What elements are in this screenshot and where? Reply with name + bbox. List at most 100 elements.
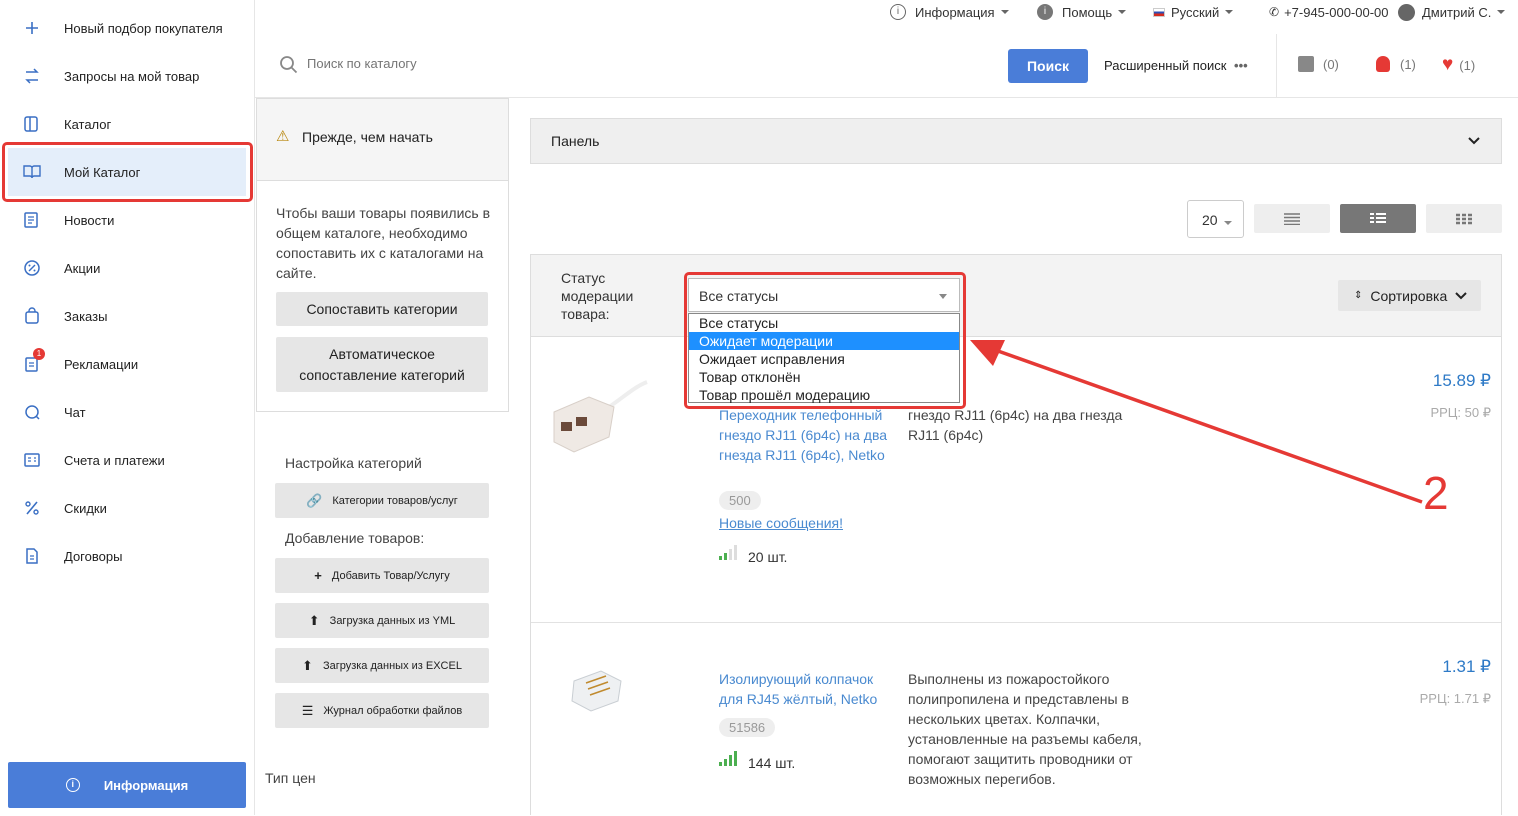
sidebar-item-invoices[interactable]: Счета и платежи bbox=[0, 436, 255, 484]
sort-label: Сортировка bbox=[1370, 287, 1448, 304]
product-categories-label: Категории товаров/услуг bbox=[332, 494, 458, 507]
info-circle-icon: i bbox=[890, 4, 906, 20]
product-price: 15.89 ₽ bbox=[1432, 371, 1491, 390]
sidebar-item-chat[interactable]: Чат bbox=[0, 388, 255, 436]
annotation-box-status-dropdown bbox=[684, 272, 966, 409]
add-product-button[interactable]: + Добавить Товар/Услугу bbox=[275, 558, 489, 593]
stock-level-icon bbox=[719, 751, 737, 766]
topbar-phone[interactable]: ✆ +7-945-000-00-00 bbox=[1269, 3, 1389, 21]
info-button-label: Информация bbox=[103, 777, 189, 793]
sidebar-item-promotions[interactable]: Акции bbox=[0, 244, 255, 292]
plus-icon bbox=[26, 22, 38, 34]
view-grid-button[interactable] bbox=[1426, 204, 1502, 233]
sidebar: Новый подбор покупателя Запросы на мой т… bbox=[0, 0, 255, 815]
adding-products-heading: Добавление товаров: bbox=[285, 530, 425, 546]
view-list-button[interactable] bbox=[1254, 204, 1330, 233]
annotation-box-my-catalog bbox=[2, 142, 253, 202]
auto-match-button[interactable]: Автоматическое сопоставление категорий bbox=[276, 337, 488, 392]
sort-icon: ⇕ bbox=[1354, 290, 1363, 301]
sidebar-item-catalog[interactable]: Каталог bbox=[0, 100, 255, 148]
product-title-link[interactable]: Переходник телефонный гнездо RJ11 (6p4c)… bbox=[719, 405, 894, 481]
upload-excel-button[interactable]: ⬆ Загрузка данных из EXCEL bbox=[275, 648, 489, 683]
product-rrc: РРЦ: 50 ₽ bbox=[1430, 405, 1491, 420]
warning-icon: ⚠ bbox=[276, 128, 290, 145]
sidebar-item-label: Счета и платежи bbox=[64, 452, 165, 468]
sidebar-item-label: Запросы на мой товар bbox=[64, 68, 200, 84]
topbar-help-menu[interactable]: i Помощь bbox=[1037, 3, 1127, 21]
topbar-phone-label: +7-945-000-00-00 bbox=[1284, 4, 1389, 20]
new-messages-link[interactable]: Новые сообщения! bbox=[719, 515, 843, 531]
product-categories-button[interactable]: 🔗 Категории товаров/услуг bbox=[275, 483, 489, 518]
upload-excel-label: Загрузка данных из EXCEL bbox=[322, 659, 462, 672]
info-button[interactable]: i Информация bbox=[8, 762, 246, 808]
help-icon: i bbox=[1037, 4, 1053, 20]
sidebar-item-contracts[interactable]: Договоры bbox=[0, 532, 255, 580]
product-card: Изолирующий колпачок для RJ45 жёлтый, Ne… bbox=[531, 623, 1501, 816]
product-code-badge: 51586 bbox=[719, 718, 776, 737]
sidebar-item-label: Новости bbox=[64, 212, 115, 228]
grid-view-icon bbox=[1456, 213, 1472, 225]
favorites-button[interactable]: ♥ (1) bbox=[1442, 54, 1475, 76]
before-start-title: Прежде, чем начать bbox=[302, 129, 433, 145]
favorites-count: (1) bbox=[1459, 57, 1476, 73]
percent-icon bbox=[25, 501, 39, 515]
notifications-button[interactable]: (1) bbox=[1376, 56, 1416, 72]
user-avatar-icon bbox=[1398, 3, 1415, 21]
search-input[interactable] bbox=[307, 56, 707, 71]
chat-icon bbox=[25, 405, 40, 420]
product-rrc: РРЦ: 1.71 ₽ bbox=[1419, 691, 1491, 706]
notifications-count: (1) bbox=[1400, 56, 1416, 72]
product-price: 1.31 ₽ bbox=[1442, 657, 1491, 676]
sidebar-item-label: Новый подбор покупателя bbox=[64, 20, 223, 36]
sort-button[interactable]: ⇕ Сортировка bbox=[1338, 280, 1481, 311]
detailed-view-icon bbox=[1370, 213, 1386, 223]
sidebar-item-new-buyer-selection[interactable]: Новый подбор покупателя bbox=[0, 4, 255, 52]
sidebar-item-label: Заказы bbox=[64, 308, 108, 324]
upload-icon: ⬆ bbox=[308, 612, 320, 628]
before-start-card: ⚠ Прежде, чем начать Чтобы ваши товары п… bbox=[256, 98, 509, 412]
page-size-select[interactable]: 20 bbox=[1187, 200, 1244, 238]
panel-accordion[interactable]: Панель bbox=[530, 118, 1502, 164]
file-log-button[interactable]: ☰ Журнал обработки файлов bbox=[275, 693, 489, 728]
compare-button[interactable]: (0) bbox=[1298, 56, 1339, 72]
product-code-badge: 500 bbox=[719, 491, 761, 510]
upload-yml-button[interactable]: ⬆ Загрузка данных из YML bbox=[275, 603, 489, 638]
catalog-icon bbox=[24, 116, 38, 132]
product-image bbox=[553, 380, 648, 453]
topbar-language-menu[interactable]: Русский bbox=[1153, 3, 1234, 21]
page-size-value: 20 bbox=[1202, 212, 1218, 228]
product-title-link[interactable]: Изолирующий колпачок для RJ45 жёлтый, Ne… bbox=[719, 669, 894, 709]
sidebar-item-requests[interactable]: Запросы на мой товар bbox=[0, 52, 255, 100]
sidebar-item-news[interactable]: Новости bbox=[0, 196, 255, 244]
search-button[interactable]: Поиск bbox=[1008, 49, 1088, 83]
chevron-down-icon bbox=[1455, 291, 1467, 299]
product-image bbox=[571, 670, 622, 712]
moderation-status-label: Статус модерации товара: bbox=[561, 270, 634, 322]
view-detailed-button[interactable] bbox=[1340, 204, 1416, 233]
topbar-info-menu[interactable]: i Информация bbox=[890, 3, 1009, 21]
link-icon: 🔗 bbox=[306, 492, 323, 508]
category-settings-heading: Настройка категорий bbox=[285, 455, 422, 471]
before-start-text: Чтобы ваши товары появились в общем ката… bbox=[276, 205, 491, 281]
stock-level-icon bbox=[719, 545, 737, 560]
news-icon bbox=[24, 212, 38, 228]
phone-icon: ✆ bbox=[1269, 5, 1280, 19]
annotation-number-2: 2 bbox=[1423, 467, 1449, 519]
upload-yml-label: Загрузка данных из YML bbox=[329, 614, 456, 627]
chart-bars-icon bbox=[1298, 56, 1314, 72]
search-icon bbox=[280, 56, 298, 74]
search-bar: Поиск Расширенный поиск ••• (0) (1) ♥ (1… bbox=[255, 34, 1518, 98]
price-type-heading: Тип цен bbox=[265, 770, 316, 786]
more-dots-icon: ••• bbox=[1234, 58, 1248, 73]
sidebar-item-orders[interactable]: Заказы bbox=[0, 292, 255, 340]
sidebar-item-label: Акции bbox=[64, 260, 101, 276]
sidebar-item-discounts[interactable]: Скидки bbox=[0, 484, 255, 532]
sidebar-item-label: Договоры bbox=[64, 548, 123, 564]
topbar-user-menu[interactable]: Дмитрий С. bbox=[1398, 3, 1506, 21]
advanced-search-link[interactable]: Расширенный поиск ••• bbox=[1104, 58, 1248, 73]
topbar-user-label: Дмитрий С. bbox=[1422, 4, 1492, 20]
percent-badge-icon bbox=[24, 260, 40, 276]
match-categories-button[interactable]: Сопоставить категории bbox=[276, 292, 488, 326]
list-view-icon bbox=[1284, 213, 1300, 225]
topbar-info-label: Информация bbox=[915, 4, 995, 20]
